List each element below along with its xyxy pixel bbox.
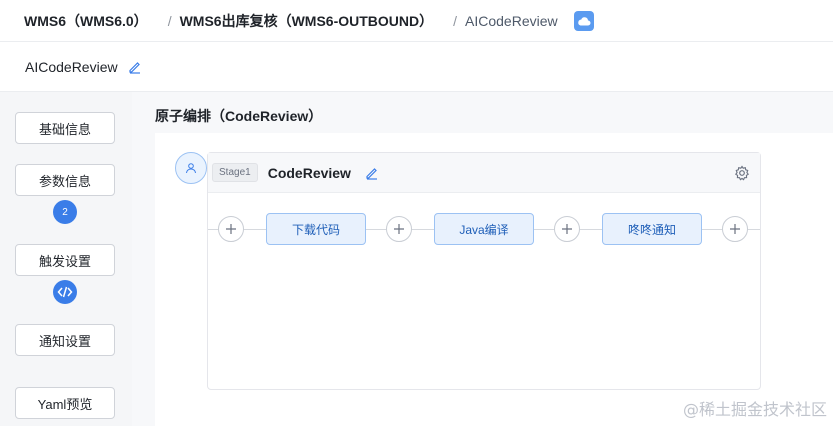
sidebar-item-basic-info[interactable]: 基础信息 bbox=[15, 112, 115, 144]
watermark: @稀土掘金技术社区 bbox=[682, 400, 827, 419]
sidebar-item-yaml-preview[interactable]: Yaml预览 bbox=[15, 387, 115, 419]
edit-icon[interactable] bbox=[365, 166, 379, 180]
sidebar: 基础信息 参数信息 2 触发设置 通知设置 Yaml预览 bbox=[0, 92, 132, 426]
section-title: 原子编排（CodeReview） bbox=[155, 108, 323, 124]
add-step-button[interactable] bbox=[722, 216, 748, 242]
breadcrumb-separator: / bbox=[167, 12, 172, 29]
add-step-button[interactable] bbox=[218, 216, 244, 242]
breadcrumb-item-project[interactable]: WMS6（WMS6.0） bbox=[24, 11, 148, 31]
pipeline-name-bar: AICodeReview bbox=[0, 42, 833, 92]
step-dongdong-notify[interactable]: 咚咚通知 bbox=[602, 213, 702, 245]
pipeline-name: AICodeReview bbox=[25, 58, 118, 75]
sidebar-item-params[interactable]: 参数信息 bbox=[15, 164, 115, 196]
code-icon bbox=[53, 280, 77, 304]
params-count-badge: 2 bbox=[53, 200, 77, 224]
cloud-icon[interactable] bbox=[573, 10, 594, 31]
breadcrumb-item-app[interactable]: WMS6出库复核（WMS6-OUTBOUND） bbox=[180, 11, 434, 31]
pipeline-canvas: Stage1 CodeReview 下载代码 Java编译 咚咚通知 bbox=[155, 133, 833, 426]
stage-header: Stage1 CodeReview bbox=[208, 153, 760, 193]
edit-icon[interactable] bbox=[128, 60, 142, 74]
step-java-compile[interactable]: Java编译 bbox=[434, 213, 534, 245]
stage-card: Stage1 CodeReview 下载代码 Java编译 咚咚通知 bbox=[207, 152, 761, 390]
stage-tag: Stage1 bbox=[212, 163, 258, 182]
stage-name: CodeReview bbox=[267, 164, 351, 181]
user-icon bbox=[175, 152, 207, 184]
breadcrumb-item-pipeline: AICodeReview bbox=[465, 12, 558, 29]
add-step-button[interactable] bbox=[386, 216, 412, 242]
add-step-button[interactable] bbox=[554, 216, 580, 242]
gear-icon[interactable] bbox=[734, 165, 750, 186]
sidebar-item-trigger[interactable]: 触发设置 bbox=[15, 244, 115, 276]
breadcrumb: WMS6（WMS6.0） / WMS6出库复核（WMS6-OUTBOUND） /… bbox=[0, 0, 833, 42]
sidebar-item-notify[interactable]: 通知设置 bbox=[15, 324, 115, 356]
main-panel: 原子编排（CodeReview） Stage1 CodeReview 下载代码 bbox=[132, 92, 833, 426]
breadcrumb-separator: / bbox=[453, 12, 458, 29]
step-download-code[interactable]: 下载代码 bbox=[266, 213, 366, 245]
